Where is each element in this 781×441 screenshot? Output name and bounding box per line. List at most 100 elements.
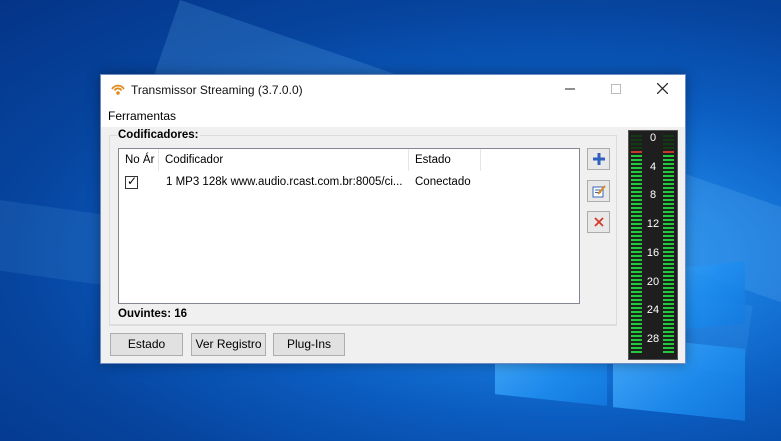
meter-segment	[631, 135, 642, 137]
meter-segment	[663, 135, 674, 137]
app-window: Transmissor Streaming (3.7.0.0) Ferramen…	[100, 74, 686, 364]
meter-scale-label: 8	[649, 189, 657, 202]
checkmark-icon: ✓	[127, 174, 138, 188]
separator	[109, 325, 617, 326]
meter-segment	[663, 171, 674, 173]
meter-segment	[631, 295, 642, 297]
meter-segment	[663, 179, 674, 181]
meter-segment	[663, 307, 674, 309]
meter-segment	[663, 155, 674, 157]
column-header-codificador[interactable]: Codificador	[159, 149, 409, 171]
on-air-checkbox[interactable]: ✓	[125, 174, 138, 189]
meter-segment	[631, 247, 642, 249]
minimize-button[interactable]	[547, 75, 593, 105]
meter-segment	[663, 263, 674, 265]
meter-segment	[663, 247, 674, 249]
meter-segment	[631, 167, 642, 169]
meter-segment	[663, 187, 674, 189]
meter-segment	[631, 231, 642, 233]
window-title: Transmissor Streaming (3.7.0.0)	[131, 83, 303, 97]
meter-segment	[631, 239, 642, 241]
encoders-group-title: Codificadores:	[117, 129, 200, 141]
meter-segment	[663, 239, 674, 241]
encoders-list[interactable]: No Ár Codificador Estado ✓ 1 MP3 128k ww…	[118, 148, 580, 304]
meter-segment	[631, 259, 642, 261]
meter-segment	[631, 311, 642, 313]
column-header-estado[interactable]: Estado	[409, 149, 481, 171]
delete-encoder-button[interactable]	[587, 211, 610, 233]
meter-segment	[663, 163, 674, 165]
add-icon	[593, 153, 605, 165]
meter-segment	[663, 199, 674, 201]
meter-segment	[663, 195, 674, 197]
meter-segment	[663, 319, 674, 321]
meter-segment	[663, 255, 674, 257]
meter-segment	[631, 263, 642, 265]
meter-segment	[631, 203, 642, 205]
meter-segment	[663, 283, 674, 285]
meter-segment	[663, 203, 674, 205]
meter-segment	[631, 191, 642, 193]
delete-icon	[594, 217, 604, 227]
edit-encoder-button[interactable]	[587, 180, 610, 202]
meter-segment	[631, 291, 642, 293]
meter-segment	[663, 223, 674, 225]
meter-segment	[631, 211, 642, 213]
meter-segment	[663, 299, 674, 301]
meter-segment	[663, 235, 674, 237]
meter-segment	[663, 159, 674, 161]
meter-scale-label: 24	[646, 304, 660, 317]
meter-segment	[663, 271, 674, 273]
column-header-no-ar[interactable]: No Ár	[119, 149, 159, 171]
meter-segment	[631, 351, 642, 353]
meter-segment	[631, 335, 642, 337]
right-channel-bar	[663, 135, 674, 355]
plugins-button[interactable]: Plug-Ins	[273, 333, 345, 356]
meter-segment	[631, 251, 642, 253]
meter-segment	[663, 291, 674, 293]
meter-segment	[663, 231, 674, 233]
meter-scale-label: 0	[649, 132, 657, 144]
meter-segment	[663, 327, 674, 329]
meter-segment	[631, 159, 642, 161]
meter-segment	[631, 319, 642, 321]
broadcast-icon	[111, 84, 125, 95]
maximize-icon	[611, 84, 621, 94]
meter-segment	[631, 215, 642, 217]
add-encoder-button[interactable]	[587, 148, 610, 170]
meter-segment	[631, 339, 642, 341]
meter-segment	[631, 195, 642, 197]
meter-segment	[631, 223, 642, 225]
maximize-button[interactable]	[593, 75, 639, 105]
meter-segment	[663, 219, 674, 221]
meter-segment	[663, 183, 674, 185]
meter-segment	[663, 303, 674, 305]
meter-segment	[631, 171, 642, 173]
encoder-row[interactable]: ✓ 1 MP3 128k www.audio.rcast.com.br:8005…	[119, 173, 579, 192]
estado-button[interactable]: Estado	[110, 333, 183, 356]
title-bar[interactable]: Transmissor Streaming (3.7.0.0)	[101, 75, 685, 105]
meter-segment	[631, 283, 642, 285]
edit-icon	[592, 185, 606, 198]
meter-segment	[663, 335, 674, 337]
meter-segment	[663, 211, 674, 213]
meter-segment	[631, 255, 642, 257]
meter-scale-label: 20	[646, 275, 660, 288]
meter-segment	[631, 199, 642, 201]
meter-segment	[631, 235, 642, 237]
meter-scale-label: 28	[646, 332, 660, 345]
meter-segment	[631, 207, 642, 209]
close-button[interactable]	[639, 75, 685, 105]
menu-ferramentas[interactable]: Ferramentas	[108, 109, 176, 123]
menu-bar: Ferramentas	[101, 105, 685, 127]
meter-segment	[631, 343, 642, 345]
meter-segment	[663, 311, 674, 313]
meter-segment	[631, 279, 642, 281]
meter-segment	[631, 227, 642, 229]
meter-scale-label: 12	[646, 218, 660, 231]
ver-registro-button[interactable]: Ver Registro	[191, 333, 266, 356]
meter-segment	[631, 323, 642, 325]
meter-segment	[663, 251, 674, 253]
meter-segment	[663, 167, 674, 169]
meter-segment	[663, 151, 674, 153]
